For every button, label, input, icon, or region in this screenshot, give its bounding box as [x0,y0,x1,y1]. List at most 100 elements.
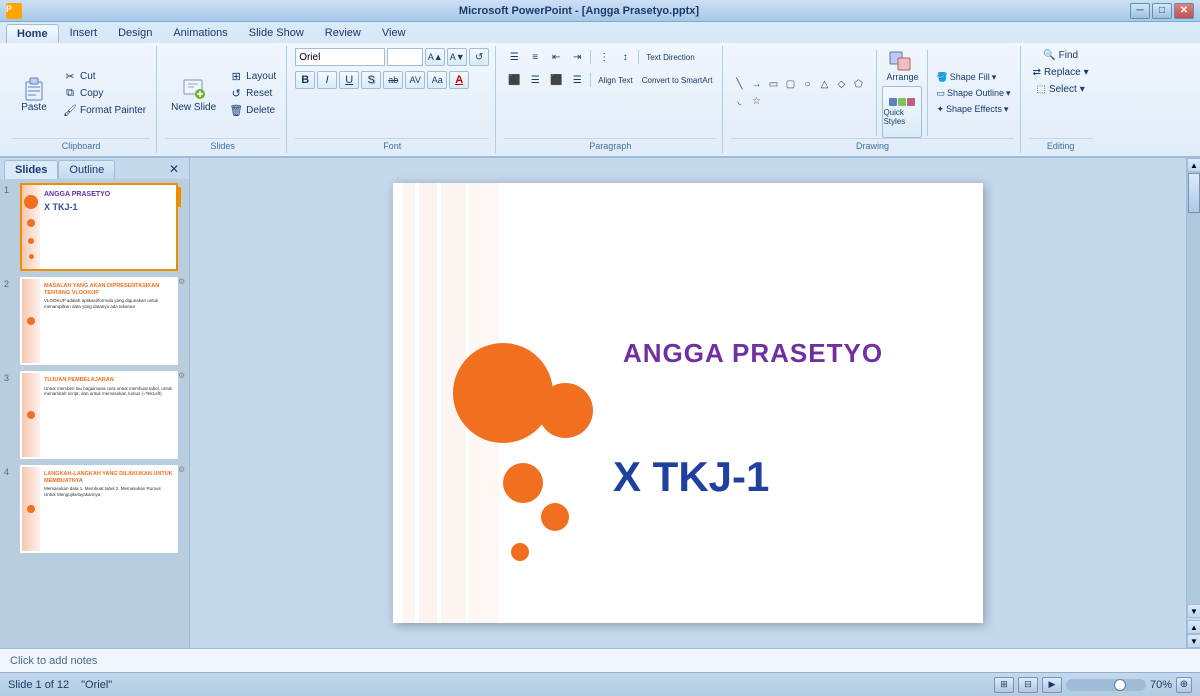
tab-home[interactable]: Home [6,24,59,43]
slide-thumb-img-2[interactable]: MASALAH YANG AKAN DIPRESENTASIKAN TENTAN… [20,277,178,365]
notes-bar[interactable]: Click to add notes [0,648,1200,672]
slide-thumb-img-3[interactable]: TUJUAN PEMBELAJARAN Untuk memberi tau ba… [20,371,178,459]
scroll-up-button[interactable]: ▲ [1187,158,1200,172]
quick-styles-button[interactable]: Quick Styles [882,86,922,138]
slide-thumb-1[interactable]: 1 ANGGA PRASETYO X TKJ-1 [4,183,185,271]
normal-view-button[interactable]: ⊞ [994,677,1014,693]
tab-view[interactable]: View [372,24,416,43]
align-left-button[interactable]: ⬛ [504,71,524,89]
slide-thumb-3[interactable]: 3 TUJUAN PEMBELAJARAN Untuk memberi tau … [4,371,185,459]
slide-title-text[interactable]: ANGGA PRASETYO [623,338,883,369]
case-button[interactable]: Aa [427,71,447,89]
replace-button[interactable]: ⇄ Replace ▾ [1029,65,1093,80]
increase-font-button[interactable]: A▲ [425,48,445,66]
scroll-to-next-slide-button[interactable]: ▼ [1187,634,1200,648]
copy-button[interactable]: ⧉ Copy [59,85,150,102]
replace-dropdown[interactable]: ▾ [1084,67,1089,78]
rect-shape[interactable]: ▭ [765,77,781,93]
font-size-input[interactable] [387,48,423,66]
tab-review[interactable]: Review [315,24,371,43]
rounded-rect-shape[interactable]: ▢ [782,77,798,93]
slide-thumb-img-1[interactable]: ANGGA PRASETYO X TKJ-1 [20,183,178,271]
zoom-thumb[interactable] [1114,679,1126,691]
bold-button[interactable]: B [295,71,315,89]
clear-format-button[interactable]: ↺ [469,48,489,66]
slide-thumb-2[interactable]: 2 MASALAH YANG AKAN DIPRESENTASIKAN TENT… [4,277,185,365]
increase-indent-button[interactable]: ⇥ [567,48,587,66]
slideshow-button[interactable]: ▶ [1042,677,1062,693]
diamond-shape[interactable]: ◇ [833,77,849,93]
arrange-button[interactable]: Arrange [882,48,922,84]
shape-effects-button[interactable]: ✦ Shape Effects ▾ [933,103,1013,116]
slide-subtitle-text[interactable]: X TKJ-1 [613,453,769,501]
outline-dropdown-icon[interactable]: ▾ [1006,88,1011,99]
scroll-down-button[interactable]: ▼ [1187,604,1200,618]
right-scrollbar[interactable]: ▲ ▼ ▲ ▼ [1186,158,1200,648]
text-direction-button[interactable]: Text Direction [642,48,698,66]
minimize-button[interactable]: ─ [1130,3,1150,19]
shape-fill-button[interactable]: 🪣 Shape Fill ▾ [933,71,1013,84]
slide-thumb-img-4[interactable]: LANGKAH-LANGKAH YANG DILAKUKAN UNTUK MEM… [20,465,178,553]
reset-button[interactable]: ↺ Reset [225,85,280,102]
line-shape[interactable]: ╲ [731,77,747,93]
scroll-to-prev-slide-button[interactable]: ▲ [1187,620,1200,634]
scroll-track[interactable] [1187,172,1200,604]
new-slide-button[interactable]: New Slide [165,72,222,115]
callout-shape[interactable]: ◟ [731,94,747,110]
tab-design[interactable]: Design [108,24,162,43]
font-color-button[interactable]: A [449,71,469,89]
triangle-shape[interactable]: △ [816,77,832,93]
delete-button[interactable]: 🗑 Delete [225,102,280,119]
decrease-font-button[interactable]: A▼ [447,48,467,66]
paste-button[interactable]: Paste [12,72,56,115]
slides-tab[interactable]: Slides [4,160,58,179]
align-center-button[interactable]: ☰ [525,71,545,89]
scroll-thumb[interactable] [1188,173,1200,213]
fill-dropdown-icon[interactable]: ▾ [992,72,997,83]
format-painter-button[interactable]: 🖌 Format Painter [59,102,150,119]
layout-button[interactable]: ⊞ Layout [225,68,280,85]
font-name-input[interactable] [295,48,385,66]
numbered-list-button[interactable]: ≡ [525,48,545,66]
slide-sorter-button[interactable]: ⊟ [1018,677,1038,693]
star-shape[interactable]: ☆ [748,94,764,110]
align-right-button[interactable]: ⬛ [546,71,566,89]
close-button[interactable]: ✕ [1174,3,1194,19]
select-button[interactable]: ⬚ Select ▾ [1032,82,1088,97]
pentagon-shape[interactable]: ⬠ [850,77,866,93]
panel-close-button[interactable]: ✕ [163,160,185,179]
line-spacing-button[interactable]: ↕ [615,48,635,66]
outline-tab[interactable]: Outline [58,160,115,179]
shadow-button[interactable]: S [361,71,381,89]
select-dropdown[interactable]: ▾ [1080,84,1085,95]
zoom-slider[interactable] [1066,679,1146,691]
decrease-indent-button[interactable]: ⇤ [546,48,566,66]
align-text-button[interactable]: Align Text [594,71,637,89]
shape-outline-button[interactable]: ▭ Shape Outline ▾ [933,87,1013,100]
bullets-button[interactable]: ☰ [504,48,524,66]
cut-button[interactable]: ✂ Cut [59,68,150,85]
tab-animations[interactable]: Animations [163,24,237,43]
find-button[interactable]: 🔍 Find [1039,48,1082,63]
justify-button[interactable]: ☰ [567,71,587,89]
drawing-label: Drawing [731,138,1013,151]
underline-button[interactable]: U [339,71,359,89]
oval-shape[interactable]: ○ [799,77,815,93]
effects-dropdown-icon[interactable]: ▾ [1004,104,1009,115]
columns-button[interactable]: ⋮ [594,48,614,66]
convert-smartart-button[interactable]: Convert to SmartArt [638,71,717,89]
main-slide-canvas[interactable]: ANGGA PRASETYO X TKJ-1 [393,183,983,623]
fit-to-window-button[interactable]: ⊕ [1176,677,1192,693]
maximize-button[interactable]: □ [1152,3,1172,19]
shapes-palette: ╲ → ▭ ▢ ○ △ ◇ ⬠ ◟ ☆ [731,77,871,110]
notes-placeholder[interactable]: Click to add notes [10,655,97,667]
arrow-shape[interactable]: → [748,77,764,93]
tab-insert[interactable]: Insert [60,24,108,43]
strikethrough-button[interactable]: ab [383,71,403,89]
slide-thumb-4[interactable]: 4 LANGKAH-LANGKAH YANG DILAKUKAN UNTUK M… [4,465,185,553]
char-spacing-button[interactable]: AV [405,71,425,89]
italic-button[interactable]: I [317,71,337,89]
tab-slideshow[interactable]: Slide Show [239,24,314,43]
window-controls[interactable]: ─ □ ✕ [1130,3,1194,19]
font-label: Font [295,138,489,151]
